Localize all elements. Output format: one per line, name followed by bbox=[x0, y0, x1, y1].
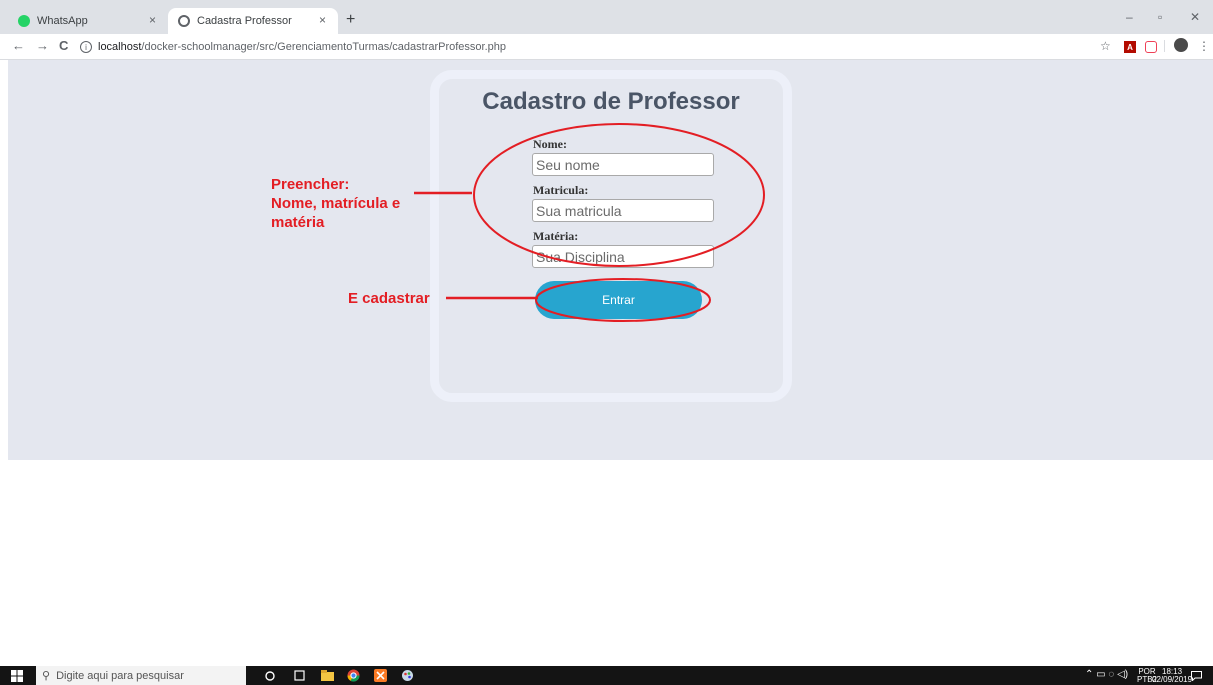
page-title: Cadastro de Professor bbox=[482, 88, 740, 115]
close-tab-icon[interactable]: × bbox=[149, 13, 156, 27]
back-button[interactable]: ← bbox=[12, 38, 25, 53]
tab-cadastra-professor[interactable]: Cadastra Professor × bbox=[168, 8, 338, 34]
globe-icon bbox=[178, 15, 190, 27]
submit-button[interactable]: Entrar bbox=[535, 281, 702, 319]
info-icon[interactable]: i bbox=[80, 41, 92, 53]
nome-label: Nome: bbox=[533, 137, 567, 151]
address-bar[interactable]: i localhost/docker-schoolmanager/src/Ger… bbox=[80, 37, 1080, 57]
search-icon: ⚲ bbox=[42, 670, 51, 682]
fill-note: Preencher: Nome, matrícula e matéria bbox=[271, 175, 400, 232]
screen: WhatsApp × Cadastra Professor × + – ▫ ✕ … bbox=[0, 0, 1213, 685]
materia-label: Matéria: bbox=[533, 229, 579, 243]
nome-input[interactable] bbox=[532, 153, 714, 176]
search-placeholder: Digite aqui para pesquisar bbox=[56, 669, 184, 682]
taskbar: ⚲ Digite aqui para pesquisar ⌃ ▭ ◌ ◁) PO… bbox=[0, 666, 1213, 685]
pdf-extension-icon[interactable]: A bbox=[1124, 41, 1136, 53]
tray-icons[interactable]: ⌃ ▭ ◌ ◁) bbox=[1085, 670, 1128, 680]
profile-avatar-icon[interactable] bbox=[1174, 38, 1188, 52]
menu-icon[interactable]: ⋮ bbox=[1198, 39, 1210, 53]
close-tab-icon[interactable]: × bbox=[319, 13, 326, 27]
tab-title: Cadastra Professor bbox=[197, 15, 292, 27]
browser-toolbar: ← → C i localhost/docker-schoolmanager/s… bbox=[0, 34, 1213, 60]
notification-icon[interactable] bbox=[1189, 669, 1203, 682]
restore-button[interactable]: ▫ bbox=[1158, 10, 1162, 24]
materia-input[interactable] bbox=[532, 245, 714, 268]
tab-whatsapp[interactable]: WhatsApp × bbox=[8, 8, 168, 34]
chrome-icon[interactable] bbox=[346, 669, 360, 682]
fill-note-line: Preencher: bbox=[271, 176, 350, 193]
task-view-icon[interactable] bbox=[292, 669, 306, 682]
new-tab-button[interactable]: + bbox=[346, 11, 355, 29]
windows-start-icon[interactable] bbox=[10, 669, 24, 682]
url-path: /docker-schoolmanager/src/GerenciamentoT… bbox=[141, 41, 507, 53]
close-window-button[interactable]: ✕ bbox=[1190, 10, 1200, 24]
url-host: localhost bbox=[98, 41, 142, 53]
toolbar-divider bbox=[1164, 40, 1165, 52]
fill-note-line: Nome, matrícula e bbox=[271, 195, 401, 212]
matricula-input[interactable] bbox=[532, 199, 714, 222]
taskbar-search[interactable]: ⚲ Digite aqui para pesquisar bbox=[36, 666, 246, 685]
cortana-icon[interactable] bbox=[263, 669, 277, 682]
matricula-label: Matricula: bbox=[533, 183, 589, 197]
form-card bbox=[430, 70, 792, 402]
reload-button[interactable]: C bbox=[59, 38, 68, 53]
forward-button[interactable]: → bbox=[36, 38, 49, 53]
xampp-icon[interactable] bbox=[373, 669, 387, 682]
clock-date: 02/09/2019 bbox=[1152, 675, 1193, 684]
tab-strip: WhatsApp × Cadastra Professor × + – ▫ ✕ bbox=[0, 0, 1213, 34]
file-explorer-icon[interactable] bbox=[320, 669, 334, 682]
minimize-button[interactable]: – bbox=[1126, 10, 1133, 24]
paint-icon[interactable] bbox=[400, 669, 414, 682]
tab-title: WhatsApp bbox=[37, 15, 88, 27]
fill-note-line: matéria bbox=[271, 214, 325, 231]
bookmark-star-icon[interactable]: ☆ bbox=[1100, 39, 1111, 53]
whatsapp-icon bbox=[18, 15, 30, 27]
submit-note: E cadastrar bbox=[348, 290, 430, 307]
clock[interactable]: 18:13 02/09/2019 bbox=[1152, 668, 1192, 684]
pocket-extension-icon[interactable] bbox=[1145, 41, 1157, 53]
